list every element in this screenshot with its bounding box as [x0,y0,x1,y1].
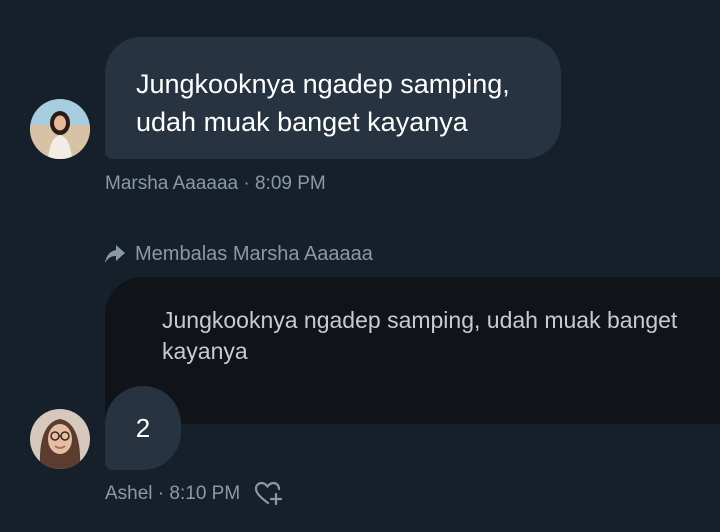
heart-plus-icon[interactable] [254,481,284,507]
quoted-message[interactable]: Jungkooknya ngadep samping, udah muak ba… [105,277,720,424]
reply-indicator: Membalas Marsha Aaaaaa [105,242,373,266]
message-text: Jungkooknya ngadep samping, udah muak ba… [136,69,510,137]
reply-label: Membalas Marsha Aaaaaa [135,242,373,265]
reply-arrow-icon [105,245,125,263]
message-meta-row: Ashel · 8:10 PM [105,480,284,508]
avatar-marsha[interactable] [30,99,90,159]
avatar-ashel[interactable] [30,409,90,469]
avatar-marsha-image [30,99,90,159]
message-bubble[interactable]: 2 [105,386,181,470]
avatar-ashel-image [30,409,90,469]
message-meta: Ashel · 8:10 PM [105,483,241,504]
message-meta: Marsha Aaaaaa · 8:09 PM [105,173,326,194]
message-text: 2 [135,412,151,443]
message-bubble[interactable]: Jungkooknya ngadep samping, udah muak ba… [105,37,561,159]
quoted-text: Jungkooknya ngadep samping, udah muak ba… [162,307,678,364]
